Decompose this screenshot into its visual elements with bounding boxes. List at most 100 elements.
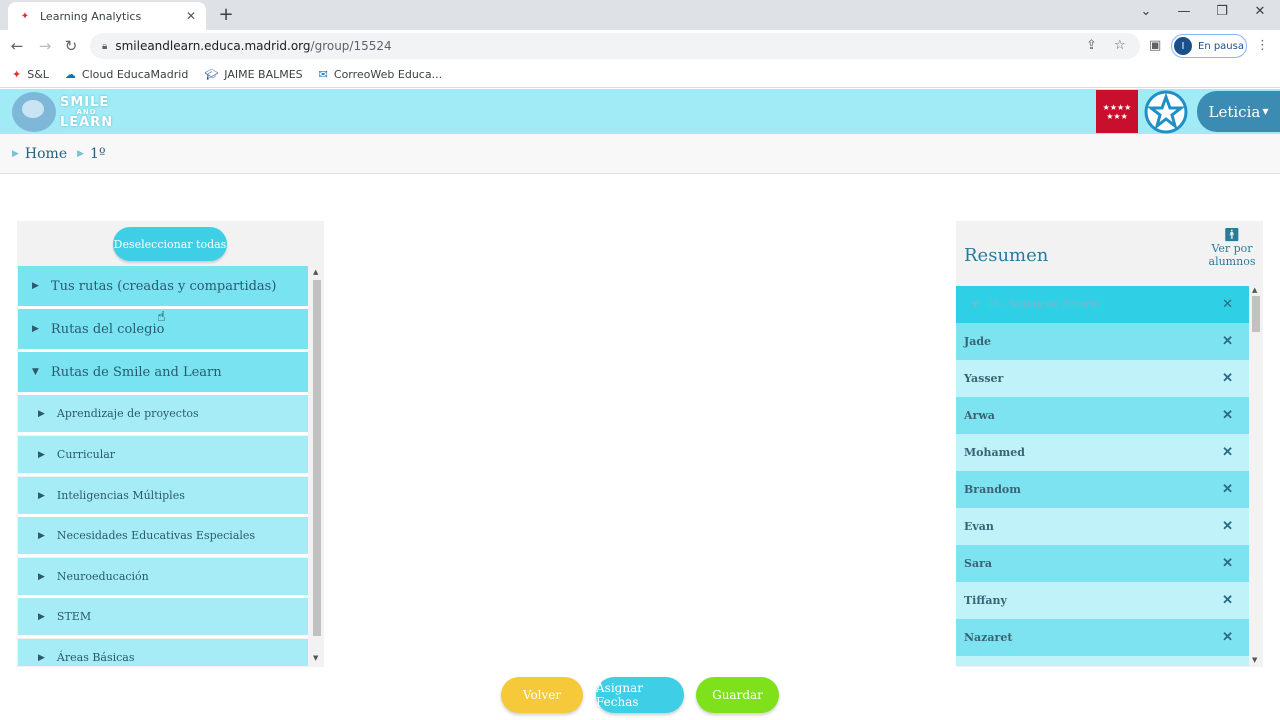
- remove-icon[interactable]: ✕: [1222, 334, 1233, 349]
- bookmark-correoweb[interactable]: ✉ CorreoWeb Educa...: [319, 68, 442, 81]
- kebab-menu-icon[interactable]: ⋮: [1256, 38, 1269, 53]
- bookmark-sl[interactable]: ✦ S&L: [12, 68, 49, 81]
- logo-text: SMILE AND LEARN: [60, 94, 114, 130]
- route-subitem[interactable]: ▶ Aprendizaje de proyectos: [18, 395, 308, 435]
- student-row: Evan ✕: [956, 508, 1249, 545]
- route-item[interactable]: ▶ Tus rutas (creadas y compartidas): [18, 266, 308, 309]
- route-subitem[interactable]: ▶ Inteligencias Múltiples: [18, 477, 308, 517]
- browser-tab[interactable]: ✦ Learning Analytics ✕: [8, 2, 206, 30]
- student-row: Jade ✕: [956, 323, 1249, 360]
- bookmark-jaime-balmes[interactable]: 🎓︎ JAIME BALMES: [204, 68, 302, 81]
- remove-icon[interactable]: ✕: [1222, 445, 1233, 460]
- close-tab-icon[interactable]: ✕: [186, 9, 196, 23]
- url-path: /group/15524: [310, 39, 392, 53]
- remove-icon[interactable]: ✕: [1222, 630, 1233, 645]
- profile-status: En pausa: [1198, 40, 1244, 52]
- save-button[interactable]: Guardar: [696, 677, 779, 713]
- back-button[interactable]: Volver: [501, 677, 583, 713]
- person-icon: 🚹︎: [1223, 228, 1241, 243]
- route-label: Rutas del colegio: [50, 321, 165, 337]
- caret-down-icon: ▼: [972, 300, 979, 309]
- bookmark-star-icon[interactable]: ☆: [1114, 38, 1126, 53]
- scrollbar-thumb[interactable]: [313, 280, 321, 636]
- scroll-up-icon[interactable]: ▲: [1252, 286, 1257, 294]
- route-label: Áreas Básicas: [56, 651, 135, 664]
- view-by-students-button[interactable]: 🚹︎ Ver por alumnos: [1204, 229, 1260, 268]
- caret-right-icon: ▶: [38, 530, 45, 541]
- restore-button[interactable]: ❐: [1210, 4, 1234, 19]
- view-by-label: Ver por alumnos: [1208, 242, 1256, 268]
- scroll-down-icon[interactable]: ▼: [1252, 656, 1257, 664]
- share-icon[interactable]: ⇪: [1086, 38, 1097, 53]
- forward-arrow-icon[interactable]: →: [34, 36, 56, 56]
- student-row: [956, 656, 1249, 666]
- caret-right-icon: ▶: [12, 148, 19, 159]
- route-subitem[interactable]: ▶ STEM: [18, 598, 308, 638]
- address-bar[interactable]: 🔒︎ smileandlearn.educa.madrid.org/group/…: [90, 33, 1140, 59]
- reload-icon[interactable]: ↻: [60, 36, 82, 56]
- remove-icon[interactable]: ✕: [1222, 556, 1233, 571]
- bookmark-cloud[interactable]: ☁ Cloud EducaMadrid: [65, 68, 188, 81]
- remove-icon[interactable]: ✕: [1222, 408, 1233, 423]
- remove-icon[interactable]: ✕: [1222, 482, 1233, 497]
- breadcrumb-current[interactable]: ▶ 1º: [77, 146, 105, 162]
- remove-icon[interactable]: ✕: [1222, 519, 1233, 534]
- smile-and-learn-logo[interactable]: SMILE AND LEARN: [12, 91, 124, 133]
- route-subitem[interactable]: ▶ Áreas Básicas: [18, 639, 308, 666]
- student-name: Jade: [964, 335, 992, 348]
- summary-title: Resumen: [964, 245, 1049, 266]
- back-arrow-icon[interactable]: ←: [6, 36, 28, 56]
- student-row: Mohamed ✕: [956, 434, 1249, 471]
- user-menu-button[interactable]: Leticia ▼: [1197, 91, 1280, 132]
- new-tab-button[interactable]: +: [216, 4, 236, 25]
- remove-icon[interactable]: ✕: [1222, 371, 1233, 386]
- tab-title: Learning Analytics: [40, 9, 142, 23]
- routes-scrollbar[interactable]: ▲ ▼: [311, 266, 323, 666]
- bookmark-label: CorreoWeb Educa...: [333, 68, 443, 81]
- tab-search-icon[interactable]: ⌄: [1134, 4, 1158, 19]
- remove-icon[interactable]: ✕: [1222, 593, 1233, 608]
- route-item[interactable]: ▼ Rutas de Smile and Learn: [18, 352, 308, 395]
- scroll-up-icon[interactable]: ▲: [313, 268, 318, 276]
- group-row[interactable]: ▼ 1º - Sciences 2ºterm ✕: [956, 286, 1249, 323]
- mail-icon: ✉: [318, 68, 328, 81]
- route-subitem[interactable]: ▶ Neuroeducación: [18, 558, 308, 598]
- breadcrumb: ▶ Home ▶ 1º: [0, 134, 1280, 174]
- remove-icon[interactable]: ✕: [1222, 297, 1233, 312]
- breadcrumb-home-label: Home: [24, 145, 68, 162]
- student-row: Brandom ✕: [956, 471, 1249, 508]
- caret-right-icon: ▶: [77, 148, 85, 159]
- browser-tab-bar: ✦ Learning Analytics ✕ + ⌄ — ❐ ✕: [0, 0, 1280, 30]
- route-label: STEM: [56, 610, 92, 623]
- routes-panel: Deseleccionar todas ▶ Tus rutas (creadas …: [17, 221, 324, 667]
- minimize-button[interactable]: —: [1172, 4, 1196, 19]
- caret-right-icon: ▶: [38, 449, 45, 460]
- bookmark-label: Cloud EducaMadrid: [81, 68, 189, 81]
- summary-scrollbar[interactable]: ▲ ▼: [1250, 286, 1262, 666]
- profile-button[interactable]: I En pausa: [1171, 34, 1247, 58]
- deselect-all-button[interactable]: Deseleccionar todas: [113, 227, 227, 261]
- summary-panel: Resumen 🚹︎ Ver por alumnos ▼ 1º - Science…: [956, 221, 1263, 667]
- student-name: Nazaret: [964, 631, 1013, 644]
- breadcrumb-home[interactable]: ▶ Home: [12, 146, 67, 162]
- star-badge-icon: [1144, 90, 1188, 134]
- app-header: SMILE AND LEARN ★★★★ ★★★ Leticia ▼: [0, 89, 1280, 134]
- assign-dates-button[interactable]: Asignar Fechas: [596, 677, 684, 713]
- side-panel-icon[interactable]: ▣: [1149, 38, 1161, 53]
- group-label: 1º - Sciences 2ºterm: [986, 298, 1101, 311]
- route-subitem[interactable]: ▶ Necesidades Educativas Especiales: [18, 517, 308, 557]
- student-row: Arwa ✕: [956, 397, 1249, 434]
- graduation-cap-icon: 🎓︎: [204, 68, 219, 81]
- close-window-button[interactable]: ✕: [1248, 4, 1272, 19]
- caret-right-icon: ▶: [32, 324, 39, 334]
- scroll-down-icon[interactable]: ▼: [313, 654, 318, 662]
- avatar: I: [1174, 37, 1192, 55]
- caret-right-icon: ▶: [38, 611, 45, 622]
- caret-right-icon: ▶: [38, 571, 45, 582]
- route-subitem[interactable]: ▶ Curricular: [18, 436, 308, 476]
- scrollbar-thumb[interactable]: [1252, 296, 1260, 332]
- route-label: Necesidades Educativas Especiales: [56, 529, 256, 542]
- bookmark-label: S&L: [27, 68, 49, 81]
- chevron-down-icon: ▼: [1262, 107, 1269, 116]
- student-row: Nazaret ✕: [956, 619, 1249, 656]
